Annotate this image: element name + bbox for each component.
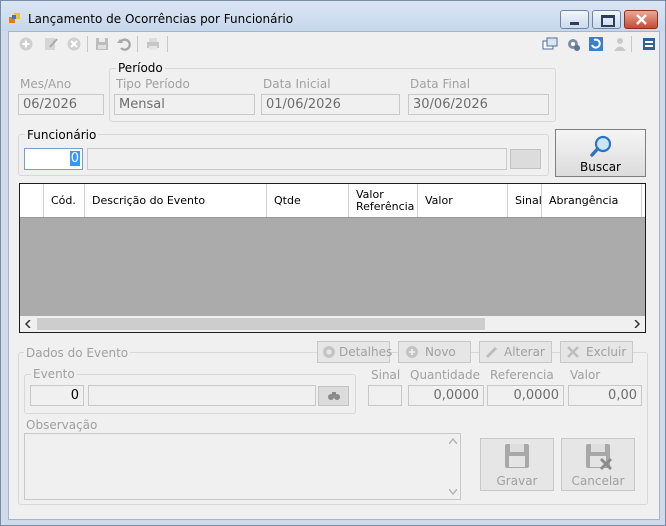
alterar-button[interactable]: Alterar [479,341,552,363]
data-final-label: Data Final [410,77,471,91]
window-title: Lançamento de Ocorrências por Funcionári… [28,12,294,26]
toolbar-separator [167,36,168,52]
toolbar-separator [87,36,88,52]
mes-ano-field[interactable]: 06/2026 [18,94,104,115]
tipo-periodo-field[interactable]: Mensal [114,94,255,115]
valor-field[interactable]: 0,00 [568,385,642,406]
grid-row-header [20,184,44,217]
toolbar [9,32,659,56]
column-header[interactable]: Abrangência [542,184,642,217]
data-inicial-field[interactable]: 01/06/2026 [261,94,400,115]
referencia-label: Referencia [490,368,554,382]
app-icon [9,13,20,23]
periodo-group-label: Período [116,61,165,75]
funcionario-lookup-button[interactable] [510,149,541,169]
scroll-right-icon[interactable] [633,320,641,328]
referencia-field[interactable]: 0,0000 [487,385,564,406]
edit-pencil-icon [485,346,498,359]
sinal-label: Sinal [371,368,401,382]
minimize-icon [570,22,579,25]
column-header[interactable]: Sinal [508,184,542,217]
buscar-button[interactable]: Buscar [555,129,646,177]
tipo-periodo-label: Tipo Período [116,77,190,91]
new-icon [406,346,418,358]
minimize-button[interactable] [560,10,589,29]
grid-header: Cód. Descrição do Evento Qtde Valor Refe… [20,184,645,218]
scroll-down-icon[interactable] [449,489,457,495]
novo-button[interactable]: Novo [398,341,471,363]
observacao-textarea[interactable] [24,433,461,500]
alterar-label: Alterar [504,345,545,359]
toolbar-separator [137,36,138,52]
funcionario-name-field [87,148,507,170]
detalhes-label: Detalhes [339,345,393,359]
scroll-up-icon[interactable] [449,438,457,444]
eventos-grid[interactable]: Cód. Descrição do Evento Qtde Valor Refe… [19,183,646,333]
excluir-button[interactable]: Excluir [560,341,633,363]
column-header[interactable]: Valor [418,184,508,217]
cancelar-label: Cancelar [571,474,625,488]
print-icon[interactable] [145,36,161,52]
column-header[interactable]: Qtde [267,184,349,217]
maximize-button[interactable] [592,10,621,29]
toolbar-separator [631,36,632,52]
magnifier-icon [590,135,612,157]
form-client-area: Mes/Ano 06/2026 Período Tipo Período Men… [8,31,660,520]
horizontal-scrollbar[interactable] [20,316,645,332]
observacao-label: Observação [26,418,98,432]
undo-icon[interactable] [116,36,132,52]
column-header[interactable]: Cód. [44,184,85,217]
valor-label: Valor [570,368,601,382]
funcionario-code-input[interactable]: 0 [24,148,83,170]
quantidade-field[interactable]: 0,0000 [408,385,484,406]
close-button[interactable] [624,10,658,29]
novo-label: Novo [425,345,456,359]
delete-x-icon [567,346,579,358]
edit-icon[interactable] [43,36,59,52]
quantidade-label: Quantidade [410,368,481,382]
add-icon[interactable] [18,36,34,52]
settings-icon[interactable] [565,36,581,52]
excluir-label: Excluir [586,345,627,359]
evento-code-field[interactable]: 0 [30,385,84,406]
close-icon [636,14,647,25]
scrollbar-thumb[interactable] [37,318,485,330]
gravar-button[interactable]: Gravar [480,438,554,491]
maximize-icon [601,15,615,27]
funcionario-group-label: Funcionário [25,128,99,142]
exit-icon[interactable] [641,36,657,52]
save-icon[interactable] [94,36,110,52]
data-final-field[interactable]: 30/06/2026 [408,94,549,115]
funcionario-code-value: 0 [69,151,80,166]
data-inicial-label: Data Inicial [263,77,331,91]
title-bar: Lançamento de Ocorrências por Funcionári… [1,1,665,31]
evento-lookup-button[interactable] [318,386,349,406]
windows-icon[interactable] [542,36,558,52]
user-icon[interactable] [612,36,628,52]
buscar-label: Buscar [580,160,621,174]
column-header[interactable]: Descrição do Evento [85,184,267,217]
delete-icon[interactable] [66,36,82,52]
evento-label: Evento [31,367,77,381]
binoculars-icon [328,392,340,400]
gravar-label: Gravar [496,474,538,488]
save-disk-icon [505,444,529,468]
mes-ano-label: Mes/Ano [20,77,72,91]
column-header[interactable]: Valor Referência [349,184,418,217]
cancelar-button[interactable]: Cancelar [561,438,635,491]
cancel-disk-icon [586,444,613,471]
dados-evento-label: Dados do Evento [24,346,131,360]
main-window: Lançamento de Ocorrências por Funcionári… [0,0,666,526]
scroll-left-icon[interactable] [24,320,32,328]
refresh-icon[interactable] [588,36,604,52]
sinal-field[interactable] [368,385,402,406]
evento-desc-field [88,385,316,406]
detalhes-button[interactable]: Detalhes [317,341,393,363]
details-icon [323,346,335,358]
